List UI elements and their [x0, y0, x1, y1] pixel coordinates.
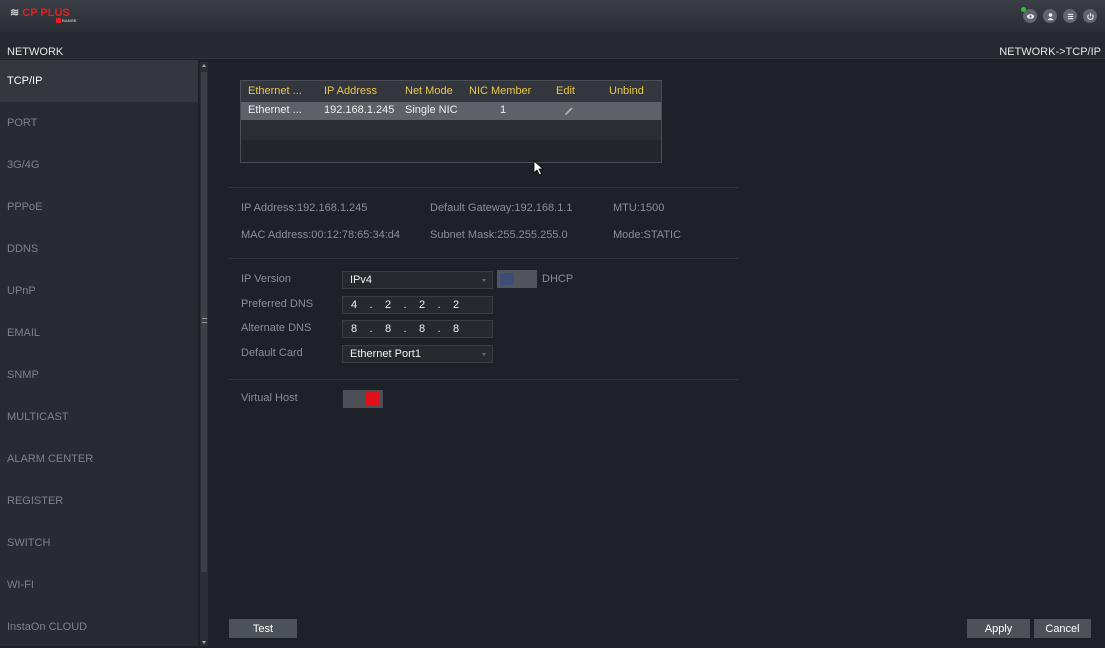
status-dot-icon	[1021, 7, 1026, 12]
sidebar-item-switch[interactable]: SWITCH	[0, 522, 198, 564]
cell-nic-member: 1	[500, 104, 507, 116]
sidebar-scrollbar[interactable]	[200, 62, 208, 646]
chevron-down-icon	[482, 279, 486, 282]
breadcrumb-bar: NETWORK NETWORK->TCP/IP	[0, 32, 1105, 59]
dhcp-label: DHCP	[542, 273, 574, 285]
column-header-ip-address: IP Address	[324, 85, 377, 97]
column-header-ethernet: Ethernet ...	[248, 85, 302, 97]
page-title: NETWORK	[7, 46, 64, 58]
scroll-grip-icon	[202, 318, 207, 323]
chevron-down-icon	[482, 353, 486, 356]
sidebar-item-upnp[interactable]: UPnP	[0, 270, 198, 312]
user-icon[interactable]	[1043, 9, 1057, 23]
sidebar-item-port[interactable]: PORT	[0, 102, 198, 144]
default-card-select[interactable]: Ethernet Port1	[342, 345, 493, 363]
cell-ip-address: 192.168.1.245	[324, 104, 395, 116]
test-button[interactable]: Test	[229, 619, 297, 638]
edit-icon[interactable]	[564, 106, 574, 116]
info-default-gateway: Default Gateway:192.168.1.1	[430, 202, 573, 214]
dns-octet: 2	[452, 299, 460, 311]
dns-octet: 8	[384, 323, 392, 335]
eye-icon[interactable]	[1021, 7, 1037, 23]
logo-subtext: RANGE	[62, 18, 77, 23]
column-header-net-mode: Net Mode	[405, 85, 453, 97]
toggle-knob	[500, 273, 514, 285]
menu-icon[interactable]	[1063, 9, 1077, 23]
table-header: Ethernet ... IP Address Net Mode NIC Mem…	[241, 81, 661, 102]
default-card-value: Ethernet Port1	[350, 348, 421, 360]
virtual-host-toggle[interactable]	[343, 390, 383, 408]
ip-dot: .	[403, 299, 407, 311]
sidebar-item-wifi[interactable]: WI-FI	[0, 564, 198, 606]
sidebar-item-3g4g[interactable]: 3G/4G	[0, 144, 198, 186]
ip-dot: .	[437, 299, 441, 311]
sidebar-item-multicast[interactable]: MULTICAST	[0, 396, 198, 438]
sidebar: TCP/IP PORT 3G/4G PPPoE DDNS UPnP EMAIL …	[0, 60, 198, 646]
toggle-knob	[365, 392, 380, 406]
power-icon[interactable]	[1083, 9, 1097, 23]
dns-octet: 4	[350, 299, 358, 311]
ip-dot: .	[369, 323, 373, 335]
virtual-host-label: Virtual Host	[241, 392, 298, 404]
ip-dot: .	[403, 323, 407, 335]
ip-dot: .	[369, 299, 373, 311]
info-mode: Mode:STATIC	[613, 229, 682, 241]
dhcp-toggle[interactable]	[497, 270, 537, 288]
sidebar-item-instaon-cloud[interactable]: InstaOn CLOUD	[0, 606, 198, 648]
scroll-up-icon[interactable]	[202, 64, 206, 67]
logo-mark-icon: ≋	[10, 7, 20, 19]
alternate-dns-input[interactable]: 8. 8. 8. 8	[342, 320, 493, 338]
apply-button[interactable]: Apply	[967, 619, 1030, 638]
sidebar-item-email[interactable]: EMAIL	[0, 312, 198, 354]
sidebar-item-pppoe[interactable]: PPPoE	[0, 186, 198, 228]
info-mtu: MTU:1500	[613, 202, 665, 214]
preferred-dns-label: Preferred DNS	[241, 298, 314, 310]
table-row[interactable]: Ethernet ... 192.168.1.245 Single NIC 1	[241, 102, 661, 120]
ip-version-value: IPv4	[350, 274, 373, 286]
ip-dot: .	[437, 323, 441, 335]
preferred-dns-input[interactable]: 4. 2. 2. 2	[342, 296, 493, 314]
divider	[228, 187, 738, 188]
cell-net-mode: Single NIC	[405, 104, 458, 116]
sidebar-item-snmp[interactable]: SNMP	[0, 354, 198, 396]
dns-octet: 8	[418, 323, 426, 335]
ip-version-label: IP Version	[241, 273, 291, 285]
sidebar-item-alarm-center[interactable]: ALARM CENTER	[0, 438, 198, 480]
table-row-empty	[241, 120, 661, 140]
info-subnet-mask: Subnet Mask:255.255.255.0	[430, 229, 568, 241]
logo-square-icon	[56, 18, 61, 24]
dns-octet: 2	[418, 299, 426, 311]
divider	[228, 258, 738, 259]
scroll-down-icon[interactable]	[202, 641, 206, 644]
dns-octet: 8	[350, 323, 358, 335]
dns-octet: 8	[452, 323, 460, 335]
brand-logo: ≋ CP PLUS RANGE	[10, 6, 100, 28]
info-mac-address: MAC Address:00:12:78:65:34:d4	[241, 229, 400, 241]
top-bar: ≋ CP PLUS RANGE	[0, 0, 1105, 32]
nic-table: Ethernet ... IP Address Net Mode NIC Mem…	[240, 80, 662, 163]
breadcrumb: NETWORK->TCP/IP	[999, 46, 1101, 58]
ip-version-select[interactable]: IPv4	[342, 271, 493, 289]
sidebar-item-tcpip[interactable]: TCP/IP	[0, 60, 198, 102]
sidebar-item-register[interactable]: REGISTER	[0, 480, 198, 522]
cancel-button[interactable]: Cancel	[1034, 619, 1091, 638]
divider	[228, 379, 738, 380]
cell-ethernet: Ethernet ...	[248, 104, 302, 116]
sidebar-item-ddns[interactable]: DDNS	[0, 228, 198, 270]
column-header-nic-member: NIC Member	[469, 85, 532, 97]
table-row-empty	[241, 140, 661, 162]
default-card-label: Default Card	[241, 347, 303, 359]
column-header-edit: Edit	[556, 85, 575, 97]
alternate-dns-label: Alternate DNS	[241, 322, 312, 334]
dns-octet: 2	[384, 299, 392, 311]
column-header-unbind: Unbind	[609, 85, 644, 97]
mouse-cursor-icon	[533, 160, 545, 176]
top-icon-group	[1021, 7, 1097, 23]
info-ip-address: IP Address:192.168.1.245	[241, 202, 368, 214]
